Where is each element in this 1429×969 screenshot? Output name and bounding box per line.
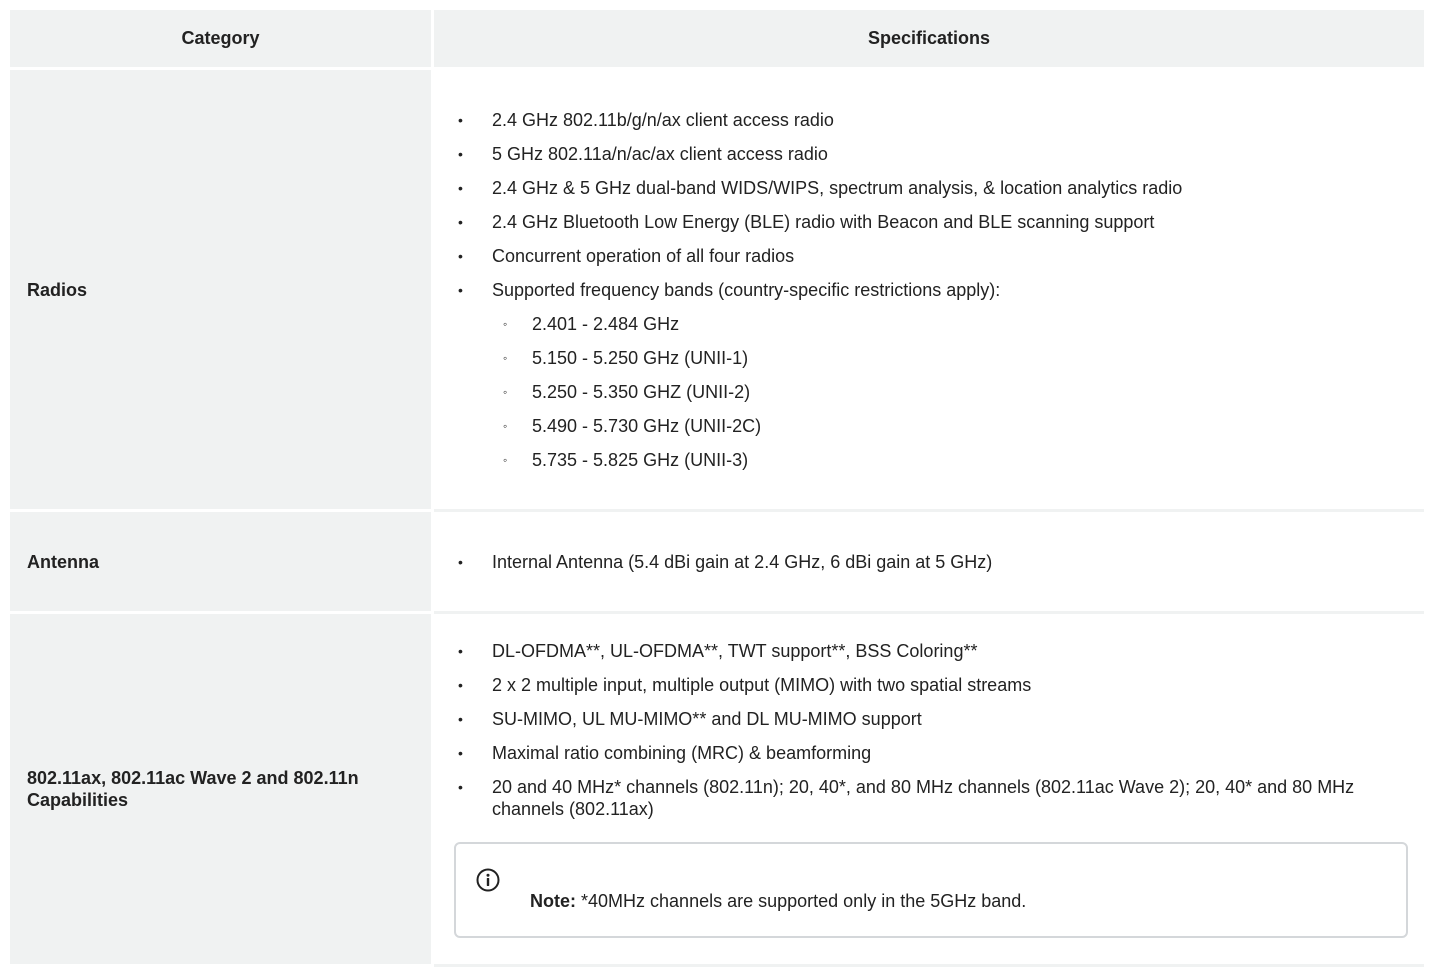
info-note-panel: Note: *40MHz channels are supported only… <box>454 842 1408 938</box>
spec-list: • Internal Antenna (5.4 dBi gain at 2.4 G… <box>434 551 1424 573</box>
list-item: • Supported frequency bands (country-spec… <box>454 279 1424 471</box>
list-item: • Internal Antenna (5.4 dBi gain at 2.4 G… <box>458 551 993 572</box>
column-header-category: Category <box>10 10 434 70</box>
list-item: • 2 x 2 multiple input, multiple output (… <box>458 675 1032 695</box>
bullet-icon: • <box>458 145 463 162</box>
sub-list-item: ◦ 5.490 - 5.730 GHz (UNII-2C) <box>503 415 762 436</box>
list-item: • 2.4 GHz 802.11b/g/n/ax client access ra… <box>458 109 834 130</box>
note-body: *40MHz channels are supported only in th… <box>581 891 1027 911</box>
frequency-band-list: ◦ 2.401 - 2.484 GHz ◦ 5.150 - 5.250 GHz (U… <box>492 313 1408 471</box>
list-item: • DL-OFDMA**, UL-OFDMA**, TWT support**, … <box>458 641 978 661</box>
spec-list: • 2.4 GHz 802.11b/g/n/ax client access ra… <box>434 109 1424 471</box>
table-row-radios: Radios • 2.4 GHz 802.11b/g/n/ax client ac… <box>10 70 1424 512</box>
sub-list-item: ◦ 5.250 - 5.350 GHZ (UNII-2) <box>503 381 751 402</box>
bullet-icon: • <box>458 711 463 727</box>
list-item: • 2.4 GHz Bluetooth Low Energy (BLE) radi… <box>458 211 1155 232</box>
bullet-icon: • <box>458 553 463 570</box>
sub-list-item: ◦ 2.401 - 2.484 GHz <box>503 313 680 334</box>
sub-list-item: ◦ 5.735 - 5.825 GHz (UNII-3) <box>503 449 749 470</box>
bullet-icon: • <box>458 247 463 264</box>
circle-bullet-icon: ◦ <box>503 350 508 365</box>
list-item: • Concurrent operation of all four radios <box>458 245 795 266</box>
circle-bullet-icon: ◦ <box>503 418 508 433</box>
bullet-icon: • <box>458 779 463 795</box>
note-label: Note: <box>530 891 576 911</box>
category-cell: Antenna <box>10 512 434 614</box>
bullet-icon: • <box>458 643 463 659</box>
circle-bullet-icon: ◦ <box>503 384 508 399</box>
info-icon <box>476 868 500 892</box>
spec-list: • DL-OFDMA**, UL-OFDMA**, TWT support**, … <box>434 640 1424 820</box>
specifications-cell: • Internal Antenna (5.4 dBi gain at 2.4 G… <box>434 512 1424 614</box>
bullet-icon: • <box>458 179 463 196</box>
specifications-cell: • DL-OFDMA**, UL-OFDMA**, TWT support**, … <box>434 614 1424 967</box>
circle-bullet-icon: ◦ <box>503 452 508 467</box>
specifications-cell: • 2.4 GHz 802.11b/g/n/ax client access ra… <box>434 70 1424 512</box>
bullet-icon: • <box>458 745 463 761</box>
circle-bullet-icon: ◦ <box>503 316 508 331</box>
table-header-row: Category Specifications <box>10 10 1424 70</box>
bullet-icon: • <box>458 213 463 230</box>
bullet-icon: • <box>458 111 463 128</box>
category-cell: Radios <box>10 70 434 512</box>
list-item: • 5 GHz 802.11a/n/ac/ax client access rad… <box>458 143 828 164</box>
bullet-icon: • <box>458 677 463 693</box>
list-item: • 20 and 40 MHz* channels (802.11n); 20, … <box>458 777 1355 819</box>
category-cell: 802.11ax, 802.11ac Wave 2 and 802.11n Ca… <box>10 614 434 967</box>
list-item: • SU-MIMO, UL MU-MIMO** and DL MU-MIMO su… <box>458 709 922 729</box>
list-item: • Maximal ratio combining (MRC) & beamfor… <box>458 743 872 763</box>
column-header-specifications: Specifications <box>434 10 1424 70</box>
specifications-table: Category Specifications Radios • 2.4 GHz … <box>10 10 1424 967</box>
table-row-antenna: Antenna • Internal Antenna (5.4 dBi gain … <box>10 512 1424 614</box>
list-item: • 2.4 GHz & 5 GHz dual-band WIDS/WIPS, sp… <box>458 177 1183 198</box>
sub-list-item: ◦ 5.150 - 5.250 GHz (UNII-1) <box>503 347 749 368</box>
note-text: Note: *40MHz channels are supported only… <box>530 890 1026 912</box>
table-row-capabilities: 802.11ax, 802.11ac Wave 2 and 802.11n Ca… <box>10 614 1424 967</box>
bullet-icon: • <box>458 281 463 298</box>
